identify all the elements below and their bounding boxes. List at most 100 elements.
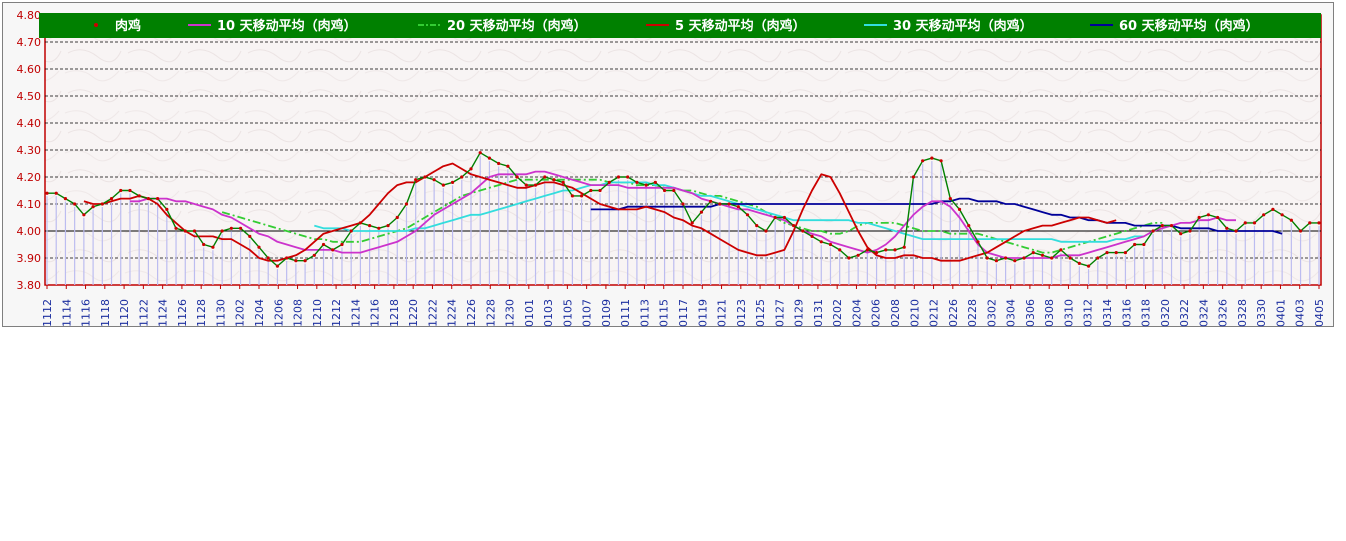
data-point <box>1280 213 1284 217</box>
legend-label: 10 天移动平均（肉鸡） <box>217 18 357 34</box>
data-point <box>1317 221 1321 225</box>
x-tick-label: 1128 <box>195 299 208 327</box>
data-point <box>109 197 114 201</box>
data-point <box>220 229 224 233</box>
data-point <box>828 242 833 247</box>
x-tick-label: 0109 <box>600 299 613 327</box>
data-point <box>690 221 694 225</box>
line-chart: 3.80 3.90 4.00 4.10 4.20 4.30 4.40 4.50 4.60 4.70… <box>17 9 1327 327</box>
x-tick-label: 1204 <box>253 299 266 327</box>
data-point <box>1179 232 1183 236</box>
data-point <box>1086 264 1091 268</box>
data-point <box>1142 242 1146 247</box>
x-tick-label: 0403 <box>1294 299 1307 327</box>
x-tick-label: 0208 <box>889 299 902 327</box>
x-tick-label: 1216 <box>369 299 382 327</box>
x-tick-label: 1202 <box>234 299 247 327</box>
data-point <box>202 242 206 247</box>
data-point <box>1050 256 1054 260</box>
data-point <box>948 197 952 201</box>
data-point <box>1059 248 1063 252</box>
y-tick-label: 3.90 <box>17 252 42 265</box>
y-tick-label: 4.10 <box>17 198 42 211</box>
data-point <box>321 242 326 247</box>
data-point <box>1308 221 1312 225</box>
data-point <box>285 256 289 260</box>
data-point <box>368 224 372 228</box>
y-tick-label: 4.60 <box>17 63 42 76</box>
data-point <box>727 202 731 206</box>
data-point <box>1234 229 1238 233</box>
data-point <box>1040 253 1045 257</box>
data-point <box>543 175 547 179</box>
x-tick-label: 0119 <box>696 299 709 327</box>
data-point <box>561 180 565 184</box>
data-point <box>349 229 353 233</box>
data-point <box>893 248 897 252</box>
data-point <box>312 253 316 257</box>
x-tick-label: 1224 <box>446 299 459 327</box>
data-point <box>331 248 335 252</box>
data-point <box>54 191 58 195</box>
data-point <box>801 229 805 233</box>
x-axis: 1112 1114 1116 1118 1120 1122 1124 1126 1128 1130… <box>41 285 1326 327</box>
y-tick-label: 4.00 <box>17 225 42 238</box>
data-point <box>967 224 971 228</box>
data-point <box>552 178 556 182</box>
data-point <box>192 229 197 233</box>
data-point <box>939 159 943 163</box>
y-tick-label: 4.80 <box>17 9 42 22</box>
data-point <box>386 224 390 228</box>
data-point <box>773 215 777 220</box>
y-tick-label: 4.30 <box>17 144 42 157</box>
data-point <box>745 213 750 217</box>
data-point <box>1105 251 1109 255</box>
x-tick-label: 0103 <box>542 299 555 327</box>
x-tick-label: 0324 <box>1197 299 1210 327</box>
data-point <box>137 194 141 198</box>
y-tick-label: 4.70 <box>17 36 42 49</box>
y-tick-label: 4.40 <box>17 117 42 130</box>
data-point <box>1206 213 1210 217</box>
data-point <box>957 207 962 211</box>
data-point <box>340 242 344 247</box>
x-tick-label: 1222 <box>426 299 439 327</box>
data-point <box>1123 251 1128 255</box>
data-point <box>884 248 888 252</box>
data-point <box>1133 242 1137 247</box>
data-point <box>1013 259 1017 263</box>
x-tick-label: 1130 <box>214 299 227 327</box>
data-point <box>63 197 68 201</box>
data-point <box>607 180 611 184</box>
x-tick-label: 0123 <box>735 299 748 327</box>
data-point <box>82 213 86 217</box>
data-point <box>681 202 685 206</box>
data-point <box>598 188 602 193</box>
x-tick-label: 1126 <box>176 299 189 327</box>
x-tick-label: 0115 <box>658 299 671 327</box>
data-point <box>810 234 814 238</box>
x-tick-label: 0107 <box>581 299 594 327</box>
x-tick-label: 1218 <box>388 299 401 327</box>
data-point <box>1096 256 1100 260</box>
data-point <box>275 264 280 268</box>
data-point <box>358 221 362 225</box>
x-tick-label: 1230 <box>504 299 517 327</box>
data-point <box>635 180 639 184</box>
legend-label: 5 天移动平均（肉鸡） <box>675 18 806 34</box>
data-point <box>1225 226 1229 230</box>
data-point <box>506 164 510 168</box>
x-tick-label: 0111 <box>619 299 632 327</box>
x-tick-label: 1122 <box>137 299 150 327</box>
data-point <box>515 175 519 179</box>
legend-label: 肉鸡 <box>115 18 141 34</box>
data-point <box>838 248 842 252</box>
data-point <box>718 202 722 206</box>
data-point <box>976 240 980 244</box>
x-tick-label: 1112 <box>41 299 54 327</box>
x-tick-label: 1210 <box>311 299 324 327</box>
data-point <box>930 156 934 160</box>
data-point <box>294 259 298 263</box>
data-point <box>100 202 104 206</box>
x-tick-label: 0326 <box>1217 299 1230 327</box>
